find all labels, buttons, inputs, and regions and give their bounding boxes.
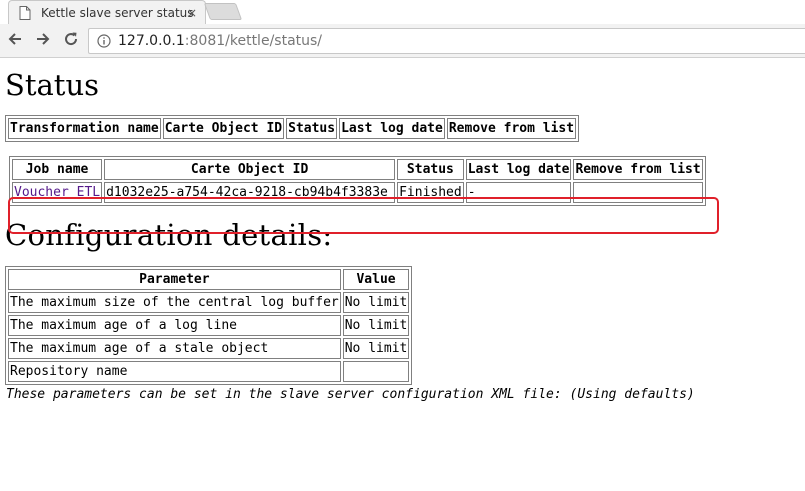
col-status: Status: [286, 118, 338, 139]
col-status: Status: [397, 159, 464, 180]
url-host: 127.0.0.1: [118, 33, 185, 49]
table-row: The maximum age of a stale object No lim…: [8, 338, 410, 359]
col-remove-from-list: Remove from list: [446, 118, 577, 139]
jobs-header-row: Job name Carte Object ID Status Last log…: [12, 159, 703, 180]
table-row: The maximum age of a log line No limit: [8, 315, 410, 336]
configuration-footnote: These parameters can be set in the slave…: [6, 387, 695, 402]
col-job-name: Job name: [12, 159, 103, 180]
transformations-table: Transformation name Carte Object ID Stat…: [5, 115, 580, 142]
parameter-cell: The maximum age of a stale object: [8, 338, 341, 359]
browser-tab[interactable]: Kettle slave server status ×: [8, 0, 206, 24]
browser-toolbar: 127.0.0.1:8081/kettle/status/: [0, 24, 805, 58]
table-row: Repository name: [8, 361, 410, 382]
col-transformation-name: Transformation name: [8, 118, 161, 139]
parameter-cell: Repository name: [8, 361, 341, 382]
forward-button[interactable]: [30, 28, 56, 54]
job-name-cell: Voucher ETL: [12, 182, 103, 203]
value-cell: No limit: [342, 315, 410, 336]
parameter-cell: The maximum age of a log line: [8, 315, 341, 336]
reload-button[interactable]: [58, 28, 84, 54]
col-last-log-date: Last log date: [465, 159, 572, 180]
job-link-voucher-etl[interactable]: Voucher ETL: [14, 185, 100, 200]
close-tab-icon[interactable]: ×: [187, 6, 197, 20]
parameter-cell: The maximum size of the central log buff…: [8, 292, 341, 313]
back-button[interactable]: [2, 28, 28, 54]
col-carte-object-id: Carte Object ID: [104, 159, 396, 180]
col-value: Value: [342, 269, 410, 290]
page-content: Status Transformation name Carte Object …: [0, 68, 805, 402]
page-icon: [19, 5, 31, 20]
col-parameter: Parameter: [8, 269, 341, 290]
arrow-right-icon: [35, 31, 51, 51]
value-cell: [342, 361, 410, 382]
info-icon[interactable]: [97, 34, 111, 48]
configuration-table: Parameter Value The maximum size of the …: [5, 266, 413, 385]
configuration-header-row: Parameter Value: [8, 269, 410, 290]
col-last-log-date: Last log date: [339, 118, 445, 139]
url-path: :8081/kettle/status/: [184, 33, 323, 49]
configuration-heading: Configuration details:: [5, 218, 333, 252]
value-cell: No limit: [342, 338, 410, 359]
col-remove-from-list: Remove from list: [573, 159, 703, 180]
status-heading: Status: [5, 68, 100, 102]
tab-strip: Kettle slave server status ×: [0, 0, 805, 24]
new-tab-button[interactable]: [203, 3, 243, 20]
col-carte-object-id: Carte Object ID: [162, 118, 285, 139]
status-cell: Finished: [397, 182, 464, 203]
address-bar[interactable]: 127.0.0.1:8081/kettle/status/: [88, 28, 805, 54]
table-row: The maximum size of the central log buff…: [8, 292, 410, 313]
value-cell: No limit: [342, 292, 410, 313]
table-row: Voucher ETL d1032e25-a754-42ca-9218-cb94…: [12, 182, 703, 203]
jobs-table: Job name Carte Object ID Status Last log…: [9, 156, 706, 206]
reload-icon: [63, 31, 79, 51]
carte-object-id-cell: d1032e25-a754-42ca-9218-cb94b4f3383e: [104, 182, 396, 203]
arrow-left-icon: [7, 31, 23, 51]
remove-from-list-cell[interactable]: [573, 182, 703, 203]
transformations-header-row: Transformation name Carte Object ID Stat…: [8, 118, 577, 139]
last-log-date-cell: -: [465, 182, 572, 203]
tab-title: Kettle slave server status: [41, 5, 194, 20]
